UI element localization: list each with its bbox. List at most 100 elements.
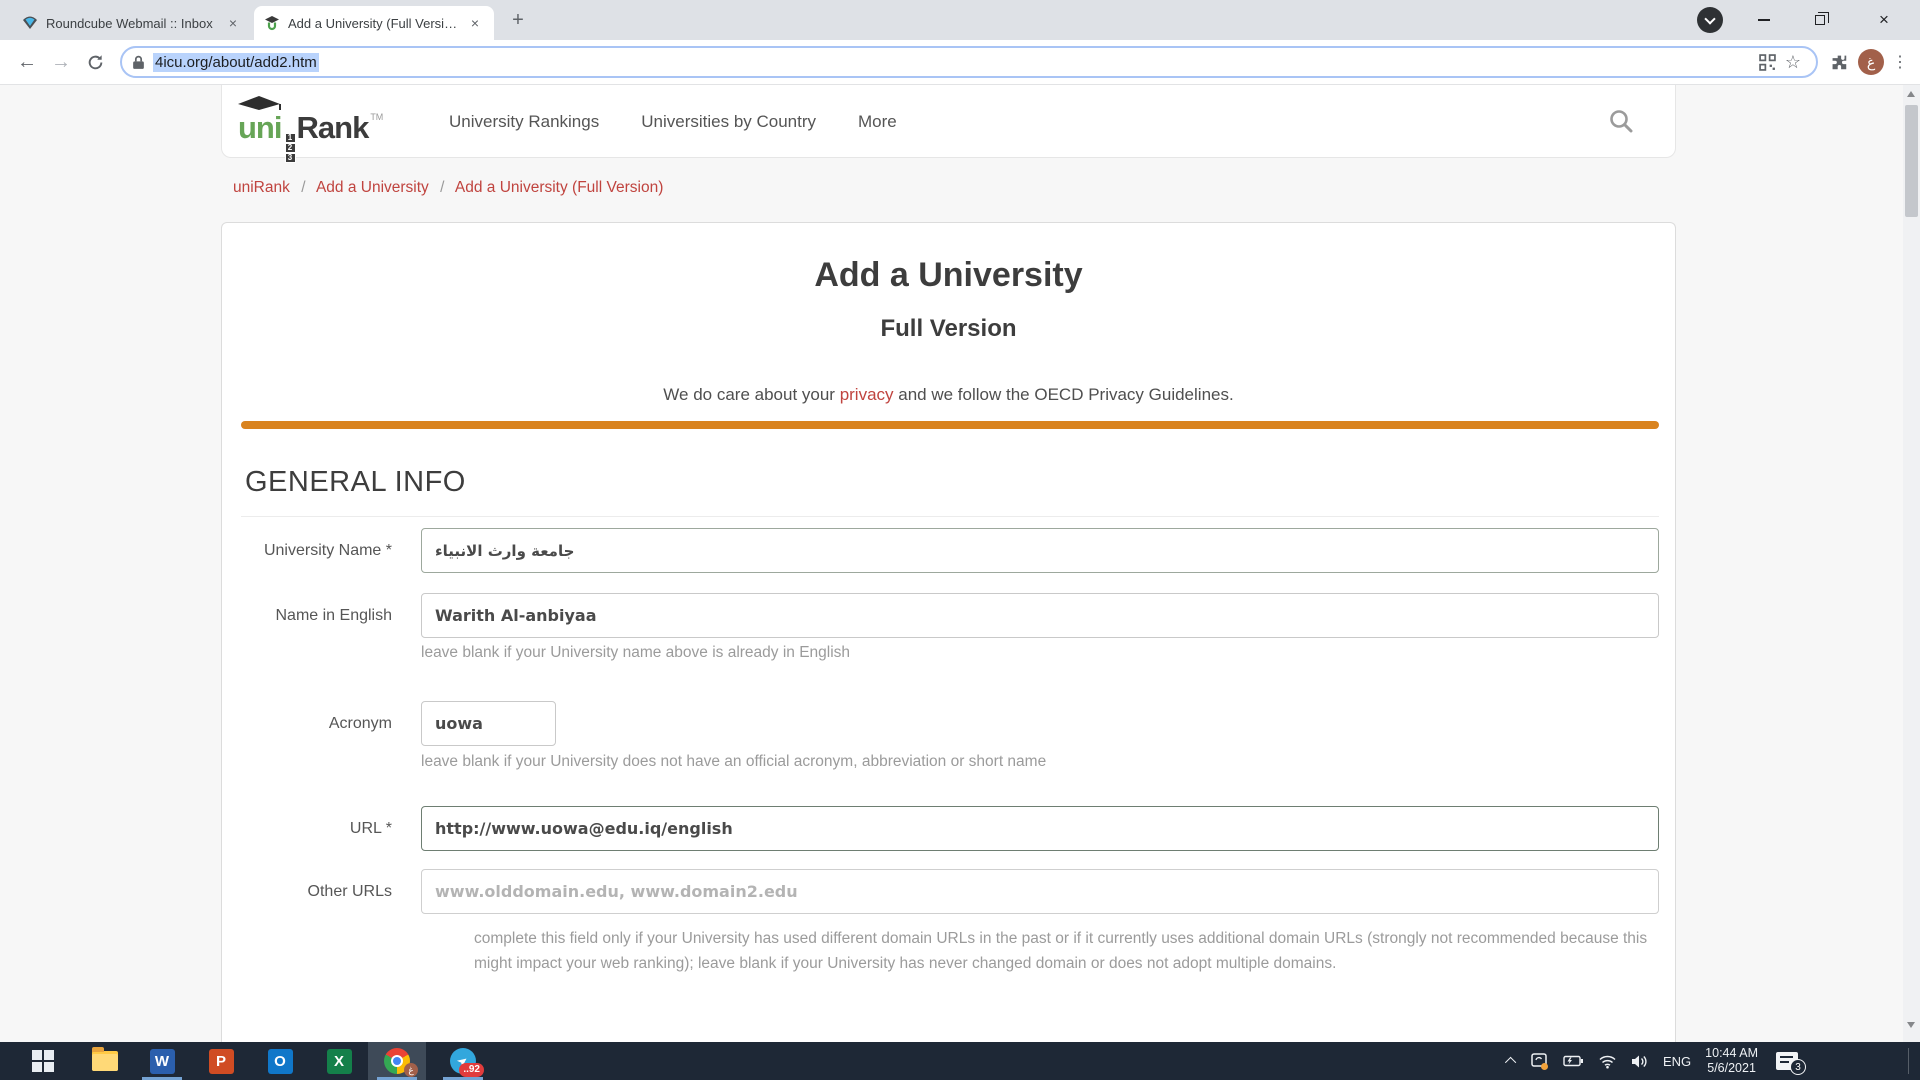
- word-button[interactable]: W: [133, 1042, 191, 1080]
- scroll-up-arrow[interactable]: [1907, 91, 1915, 97]
- chrome-button[interactable]: غ: [368, 1042, 426, 1080]
- scrollbar-thumb[interactable]: [1905, 105, 1918, 217]
- logo-123-blocks: 1 2 3: [285, 133, 296, 163]
- excel-icon: X: [327, 1049, 352, 1074]
- other-urls-label: Other URLs: [241, 869, 392, 914]
- forward-button[interactable]: [44, 45, 78, 79]
- university-name-input[interactable]: [421, 528, 1659, 573]
- telegram-icon: ..92: [450, 1048, 476, 1074]
- profile-avatar[interactable]: غ: [1858, 49, 1884, 75]
- language-indicator[interactable]: ENG: [1663, 1054, 1691, 1069]
- tab-roundcube[interactable]: Roundcube Webmail :: Inbox: [12, 6, 252, 40]
- file-explorer-button[interactable]: [76, 1042, 134, 1080]
- refresh-icon: [87, 54, 104, 71]
- search-icon[interactable]: [1607, 107, 1635, 135]
- breadcrumb-home[interactable]: uniRank: [233, 179, 290, 196]
- field-row-url: URL *: [241, 806, 1659, 851]
- clock[interactable]: 10:44 AM 5/6/2021: [1705, 1046, 1758, 1076]
- qr-code-icon[interactable]: [1754, 49, 1780, 75]
- tray-expand-button[interactable]: [1508, 1057, 1516, 1065]
- roundcube-favicon: [22, 15, 38, 31]
- battery-icon[interactable]: [1563, 1054, 1584, 1068]
- tab-title: Roundcube Webmail :: Inbox: [46, 16, 216, 31]
- bookmark-star-icon[interactable]: [1780, 49, 1806, 75]
- field-row-acronym: Acronym: [241, 701, 1659, 746]
- field-row-other-urls: Other URLs: [241, 869, 1659, 914]
- graduation-cap-icon: [236, 96, 282, 114]
- form-card: Add a University Full Version We do care…: [221, 222, 1676, 1042]
- word-icon: W: [150, 1049, 175, 1074]
- browser-menu-icon[interactable]: [1890, 49, 1910, 75]
- main-navigation: University Rankings Universities by Coun…: [449, 85, 897, 158]
- address-bar[interactable]: 4icu.org/about/add2.htm: [120, 46, 1818, 78]
- tray-date: 5/6/2021: [1705, 1061, 1758, 1076]
- logo-uni-text: uni: [238, 110, 282, 146]
- other-urls-input[interactable]: [421, 869, 1659, 914]
- acronym-helper: leave blank if your University does not …: [421, 753, 1046, 771]
- windows-logo-icon: [32, 1050, 54, 1072]
- back-button[interactable]: [10, 45, 44, 79]
- privacy-link[interactable]: privacy: [840, 385, 894, 404]
- breadcrumb-add-university[interactable]: Add a University: [316, 179, 429, 196]
- url-text[interactable]: 4icu.org/about/add2.htm: [153, 53, 319, 72]
- orange-divider: [241, 421, 1659, 429]
- volume-icon[interactable]: [1631, 1054, 1649, 1069]
- refresh-button[interactable]: [78, 45, 112, 79]
- lock-icon: [132, 55, 145, 70]
- wifi-icon[interactable]: [1598, 1054, 1617, 1069]
- acronym-input[interactable]: [421, 701, 556, 746]
- url-label: URL *: [241, 806, 392, 851]
- nav-more[interactable]: More: [858, 112, 897, 132]
- telegram-button[interactable]: ..92: [434, 1042, 492, 1080]
- window-close-button[interactable]: [1848, 0, 1920, 40]
- acronym-label: Acronym: [241, 701, 392, 746]
- new-tab-button[interactable]: [506, 9, 530, 33]
- page-scrollbar[interactable]: [1903, 85, 1920, 1042]
- section-title: GENERAL INFO: [245, 466, 466, 499]
- url-input[interactable]: [421, 806, 1659, 851]
- logo-rank-text: Rank: [297, 110, 369, 146]
- name-english-label: Name in English: [241, 593, 392, 638]
- tab-close-icon[interactable]: [466, 14, 484, 32]
- field-row-university-name: University Name *: [241, 528, 1659, 573]
- nav-universities-by-country[interactable]: Universities by Country: [641, 112, 816, 132]
- chrome-update-icon[interactable]: [1697, 7, 1723, 33]
- site-header: uni 1 2 3 Rank TM University Rankings Un…: [221, 85, 1676, 158]
- field-row-name-english: Name in English: [241, 593, 1659, 638]
- nav-university-rankings[interactable]: University Rankings: [449, 112, 599, 132]
- extensions-puzzle-icon[interactable]: [1826, 49, 1852, 75]
- page-title: Add a University: [222, 256, 1675, 295]
- excel-button[interactable]: X: [310, 1042, 368, 1080]
- other-urls-helper: complete this field only if your Univers…: [474, 926, 1661, 976]
- folder-icon: [92, 1051, 118, 1071]
- unirank-favicon: [264, 15, 280, 31]
- security-status-icon[interactable]: [1530, 1052, 1549, 1071]
- name-english-input[interactable]: [421, 593, 1659, 638]
- university-name-label: University Name *: [241, 528, 392, 573]
- window-minimize-button[interactable]: [1736, 0, 1792, 40]
- tab-add-university[interactable]: Add a University (Full Version): [254, 6, 494, 40]
- web-page-viewport: uni 1 2 3 Rank TM University Rankings Un…: [0, 85, 1920, 1042]
- outlook-button[interactable]: O: [251, 1042, 309, 1080]
- breadcrumb: uniRank / Add a University / Add a Unive…: [233, 179, 663, 197]
- window-restore-button[interactable]: [1792, 0, 1848, 40]
- browser-tab-bar: Roundcube Webmail :: Inbox Add a Univers…: [0, 0, 1920, 40]
- breadcrumb-current[interactable]: Add a University (Full Version): [455, 179, 663, 196]
- section-divider: [241, 516, 1659, 517]
- outlook-icon: O: [268, 1049, 293, 1074]
- tab-close-icon[interactable]: [224, 14, 242, 32]
- action-center-button[interactable]: 3: [1776, 1052, 1798, 1070]
- powerpoint-button[interactable]: P: [192, 1042, 250, 1080]
- tray-time: 10:44 AM: [1705, 1046, 1758, 1061]
- logo-trademark: TM: [370, 112, 383, 122]
- unirank-logo[interactable]: uni 1 2 3 Rank TM: [238, 98, 383, 144]
- scroll-down-arrow[interactable]: [1907, 1022, 1915, 1028]
- privacy-statement: We do care about your privacy and we fol…: [222, 385, 1675, 405]
- breadcrumb-separator: /: [301, 179, 305, 196]
- powerpoint-icon: P: [209, 1049, 234, 1074]
- start-button[interactable]: [14, 1042, 72, 1080]
- browser-toolbar: 4icu.org/about/add2.htm غ: [0, 40, 1920, 85]
- show-desktop-divider[interactable]: [1908, 1048, 1909, 1074]
- chrome-profile-badge: غ: [404, 1063, 418, 1077]
- windows-taskbar: W P O X غ ..92: [0, 1042, 1920, 1080]
